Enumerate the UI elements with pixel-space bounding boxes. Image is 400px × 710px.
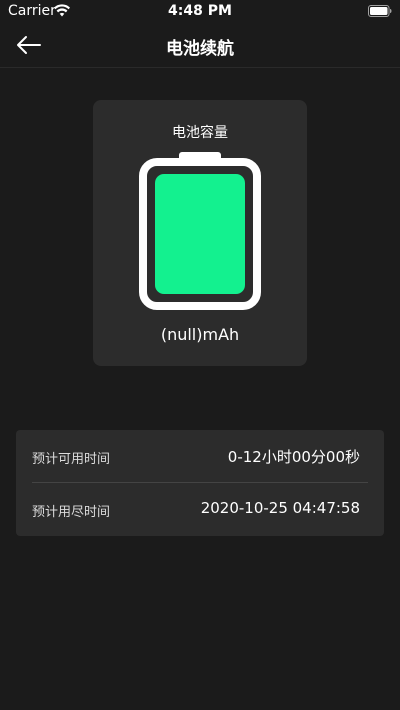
info-value: 0-12小时00分00秒 [227, 448, 360, 466]
nav-bar: 电池续航 [0, 22, 400, 68]
info-row-available-time: 预计可用时间 0-12小时00分00秒 [16, 430, 384, 483]
battery-card: 电池容量 (null)mAh [93, 100, 307, 366]
info-label: 预计可用时间 [32, 452, 111, 467]
info-panel: 预计可用时间 0-12小时00分00秒 预计用尽时间 2020-10-25 04… [16, 430, 384, 536]
battery-large-icon [139, 152, 261, 310]
capacity-value: (null)mAh [160, 325, 240, 344]
status-bar: Carrier 4:48 PM [0, 0, 400, 22]
battery-fill [155, 174, 245, 294]
info-row-depletion-time: 预计用尽时间 2020-10-25 04:47:58 [16, 483, 384, 536]
page-title: 电池续航 [166, 39, 234, 59]
info-value: 2020-10-25 04:47:58 [200, 499, 360, 517]
status-time: 4:48 PM [168, 3, 232, 19]
info-label: 预计用尽时间 [32, 505, 111, 520]
capacity-label: 电池容量 [172, 125, 228, 141]
battery-icon [368, 5, 392, 17]
